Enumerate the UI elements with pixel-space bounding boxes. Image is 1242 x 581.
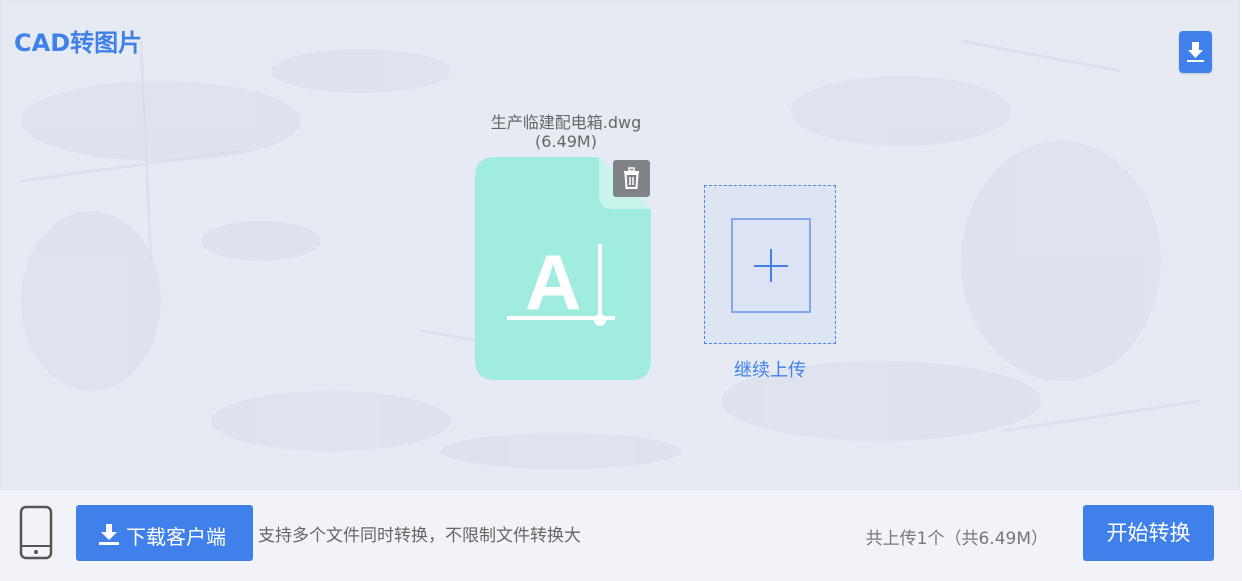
delete-file-button[interactable] [613,160,650,197]
file-size: (6.49M) [535,132,597,151]
upload-area: CAD转图片 生产临建配电箱.dwg (6.49M) A 继续上传 [0,0,1240,490]
file-name: 生产临建配电箱.dwg [490,113,642,132]
svg-text:A: A [525,238,581,326]
download-client-label: 下载客户端 [126,525,226,549]
page-title: CAD转图片 [14,29,143,57]
app-window: CAD转图片 生产临建配电箱.dwg (6.49M) A 继续上传 下载客户端 … [0,0,1242,581]
download-icon [99,524,119,545]
phone-icon [19,505,53,560]
download-icon [1187,42,1204,62]
download-corner-button[interactable] [1179,31,1212,73]
support-text: 支持多个文件同时转换，不限制文件转换大 [258,526,581,546]
continue-upload-label[interactable]: 继续上传 [704,356,836,382]
plus-icon [754,249,788,282]
continue-upload-button[interactable] [704,185,836,344]
upload-summary: 共上传1个（共6.49M） [865,529,1048,549]
download-client-button[interactable]: 下载客户端 [76,505,253,561]
trash-icon [624,167,639,189]
start-convert-button[interactable]: 开始转换 [1083,505,1214,561]
upload-drop-box[interactable] [731,218,811,313]
